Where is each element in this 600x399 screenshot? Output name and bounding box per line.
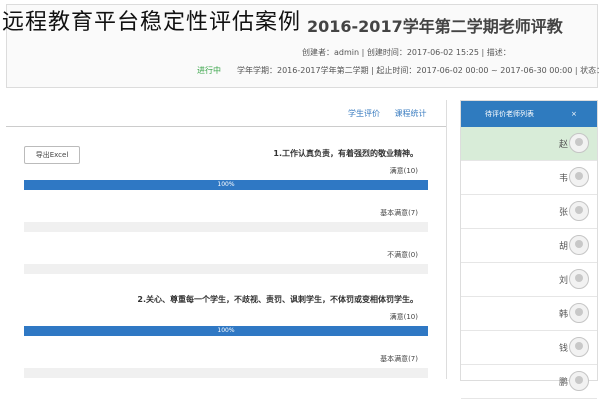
sidebar-title: 待评价老师列表 — [485, 110, 534, 118]
status-badge: 进行中 — [197, 66, 221, 75]
question-2-option-1: 满意(10) — [389, 313, 418, 321]
tab-divider — [6, 126, 446, 127]
main-panel: 学生评价 课程统计 导出Excel 1.工作认真负责，有着强烈的敬业精神。 满意… — [6, 100, 447, 379]
evaluation-period: 学年学期：2016-2017学年第二学期 | 起止时间：2017-06-02 0… — [237, 65, 600, 76]
tab-bar: 学生评价 课程统计 — [336, 108, 427, 119]
export-excel-button[interactable]: 导出Excel — [24, 146, 80, 164]
question-1-option-3-bar — [24, 264, 428, 274]
sidebar-item-teacher[interactable]: 韦 — [461, 161, 597, 195]
question-1-option-1-fill: 100% — [24, 180, 428, 190]
tab-student-evaluation[interactable]: 学生评价 — [348, 109, 380, 118]
sidebar-item-teacher[interactable]: 韩 — [461, 297, 597, 331]
period-text: 学年学期：2016-2017学年第二学期 | 起止时间：2017-06-02 0… — [237, 66, 600, 75]
question-1-option-2-bar — [24, 222, 428, 232]
teacher-sidebar: 待评价老师列表 × 赵 韦 张 胡 刘 韩 钱 鹏 — [460, 100, 598, 399]
avatar-icon — [569, 167, 589, 187]
avatar-icon — [569, 201, 589, 221]
avatar-icon — [569, 371, 589, 391]
avatar-icon — [569, 303, 589, 323]
avatar-icon — [569, 235, 589, 255]
avatar-icon — [569, 337, 589, 357]
sidebar-item-teacher[interactable]: 赵 — [461, 127, 597, 161]
teacher-name: 鹏 — [559, 378, 569, 388]
avatar-icon — [569, 133, 589, 153]
question-1-option-3: 不满意(0) — [387, 251, 418, 259]
sidebar-item-teacher[interactable]: 胡 — [461, 229, 597, 263]
evaluation-title: 2016-2017学年第二学期老师评教 — [307, 17, 563, 36]
question-2-option-1-fill: 100% — [24, 326, 428, 336]
sidebar-item-teacher[interactable]: 刘 — [461, 263, 597, 297]
teacher-name: 赵 — [559, 140, 569, 150]
teacher-name: 韩 — [559, 310, 569, 320]
question-1-option-2: 基本满意(7) — [380, 209, 418, 217]
question-2-option-1-bar: 100% — [24, 326, 428, 336]
evaluation-meta: 创建者：admin | 创建时间：2017-06-02 15:25 | 描述： — [302, 48, 511, 57]
question-1-option-1-bar: 100% — [24, 180, 428, 190]
page-caption: 远程教育平台稳定性评估案例 — [2, 10, 302, 35]
teacher-name: 张 — [559, 208, 569, 218]
question-2-option-2-bar — [24, 368, 428, 378]
question-1-option-1: 满意(10) — [389, 167, 418, 175]
close-icon[interactable]: × — [571, 101, 577, 127]
question-2-option-2: 基本满意(7) — [380, 355, 418, 363]
tab-course-statistics[interactable]: 课程统计 — [395, 109, 427, 118]
teacher-name: 韦 — [559, 174, 569, 184]
teacher-name: 胡 — [559, 242, 569, 252]
teacher-name: 刘 — [559, 276, 569, 286]
sidebar-item-teacher[interactable]: 钱 — [461, 331, 597, 365]
question-1-title: 1.工作认真负责，有着强烈的敬业精神。 — [273, 149, 418, 158]
teacher-name: 钱 — [559, 344, 569, 354]
avatar-icon — [569, 269, 589, 289]
question-2-title: 2.关心、尊重每一个学生，不歧视、责罚、讽刺学生，不体罚或变相体罚学生。 — [137, 295, 418, 304]
sidebar-item-teacher[interactable]: 张 — [461, 195, 597, 229]
sidebar-header: 待评价老师列表 × — [461, 101, 597, 127]
sidebar-item-teacher[interactable]: 鹏 — [461, 365, 597, 399]
